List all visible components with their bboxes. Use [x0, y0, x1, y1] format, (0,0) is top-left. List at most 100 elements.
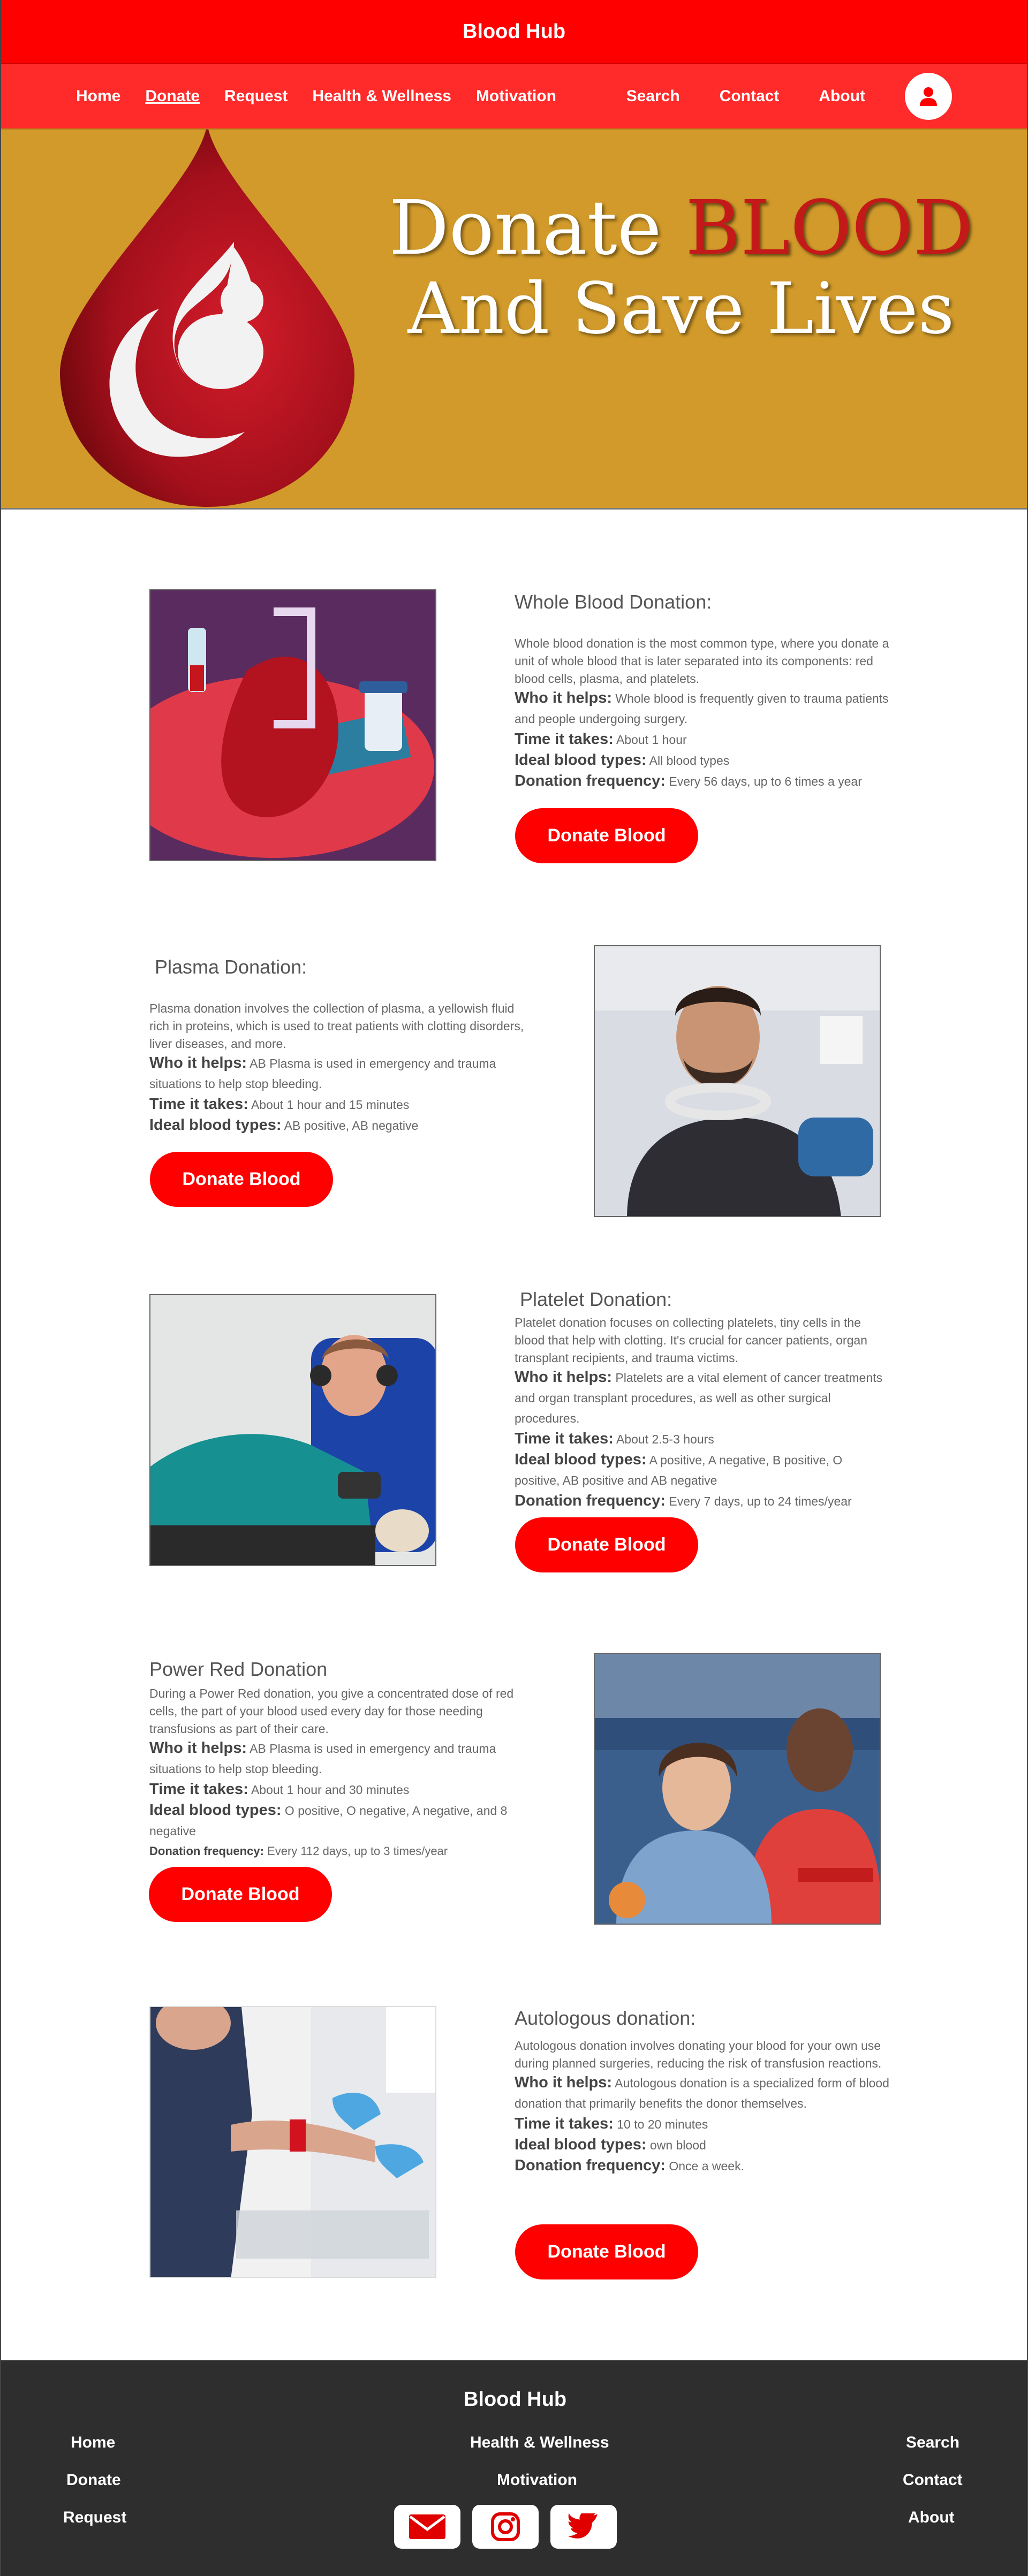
footer-link-search[interactable]: Search: [906, 2434, 959, 2452]
label-who-helps: Who it helps:: [149, 1739, 247, 1757]
value-time: About 2.5-3 hours: [616, 1432, 714, 1446]
instagram-button[interactable]: [472, 2505, 539, 2549]
twitter-icon: [568, 2513, 598, 2539]
section-title: Autologous donation:: [515, 2007, 696, 2029]
main-nav: Home Donate Request Health & Wellness Mo…: [1, 64, 1027, 128]
who-it-helps: Who it helps: Autologous donation is a s…: [515, 2072, 889, 2114]
nav-request[interactable]: Request: [224, 87, 288, 105]
who-it-helps: Who it helps: Platelets are a vital elem…: [515, 1367, 889, 1428]
donate-blood-button-plasma[interactable]: Donate Blood: [150, 1152, 333, 1207]
nav-left: Home Donate Request Health & Wellness Mo…: [76, 87, 581, 105]
footer-link-request[interactable]: Request: [63, 2509, 126, 2527]
plasma-info: Plasma Donation: Plasma donation involve…: [149, 956, 524, 1136]
donate-blood-button-power-red[interactable]: Donate Blood: [149, 1867, 332, 1922]
value-frequency: Every 7 days, up to 24 times/year: [669, 1494, 852, 1508]
donate-blood-button-whole[interactable]: Donate Blood: [515, 808, 698, 863]
hero-banner: Donate BLOOD And Save Lives: [1, 128, 1027, 510]
label-frequency: Donation frequency:: [515, 772, 666, 789]
section-title: Plasma Donation:: [155, 956, 307, 978]
hero-line-2: And Save Lives: [407, 268, 955, 350]
ideal-blood-types: Ideal blood types: O positive, O negativ…: [149, 1800, 524, 1841]
label-time: Time it takes:: [149, 1781, 248, 1798]
mail-icon: [409, 2514, 445, 2539]
footer-link-about[interactable]: About: [908, 2509, 955, 2527]
footer-link-donate[interactable]: Donate: [66, 2471, 121, 2489]
value-types: AB positive, AB negative: [284, 1119, 419, 1133]
blood-drop-logo: [59, 130, 355, 507]
nav-health-wellness[interactable]: Health & Wellness: [312, 87, 451, 105]
label-time: Time it takes:: [515, 2115, 614, 2132]
whole-blood-info: Whole Blood Donation: Whole blood donati…: [515, 591, 889, 792]
footer-link-home[interactable]: Home: [71, 2434, 115, 2452]
twitter-button[interactable]: [550, 2505, 617, 2549]
label-time: Time it takes:: [515, 1430, 614, 1447]
top-bar: Blood Hub: [1, 0, 1027, 64]
power-red-info: Power Red Donation During a Power Red do…: [149, 1658, 524, 1861]
whole-blood-image: [149, 589, 436, 861]
section-title: Power Red Donation: [149, 1658, 328, 1680]
label-time: Time it takes:: [149, 1096, 248, 1113]
donation-frequency: Donation frequency: Every 7 days, up to …: [515, 1491, 889, 1511]
donation-frequency: Donation frequency: Every 56 days, up to…: [515, 771, 889, 792]
label-frequency: Donation frequency:: [515, 1492, 666, 1509]
ideal-blood-types: Ideal blood types: All blood types: [515, 750, 889, 771]
who-it-helps: Who it helps: AB Plasma is used in emerg…: [149, 1738, 524, 1779]
time-it-takes: Time it takes: About 1 hour: [515, 729, 889, 750]
label-who-helps: Who it helps:: [149, 1054, 247, 1072]
time-it-takes: Time it takes: About 2.5-3 hours: [515, 1428, 889, 1449]
label-frequency: Donation frequency:: [149, 1844, 264, 1858]
nav-right: Search Contact About: [587, 73, 952, 120]
time-it-takes: Time it takes: 10 to 20 minutes: [515, 2114, 889, 2134]
section-title: Platelet Donation:: [520, 1288, 672, 1310]
instagram-icon: [491, 2512, 520, 2541]
value-time: About 1 hour and 15 minutes: [251, 1098, 410, 1112]
label-types: Ideal blood types:: [515, 2136, 647, 2153]
hero-headline: Donate BLOOD And Save Lives: [376, 188, 986, 349]
nav-donate[interactable]: Donate: [145, 87, 200, 105]
mail-button[interactable]: [394, 2505, 460, 2549]
user-avatar-button[interactable]: [905, 73, 952, 120]
page: Blood Hub Home Donate Request Health & W…: [0, 0, 1028, 2576]
label-time: Time it takes:: [515, 731, 614, 748]
donation-frequency: Donation frequency: Once a week.: [515, 2155, 889, 2176]
nav-home[interactable]: Home: [76, 87, 120, 105]
value-types: All blood types: [649, 754, 730, 768]
nav-about[interactable]: About: [819, 87, 865, 105]
nav-contact[interactable]: Contact: [720, 87, 780, 105]
value-time: About 1 hour and 30 minutes: [251, 1783, 410, 1797]
label-frequency: Donation frequency:: [515, 2157, 666, 2174]
nav-search[interactable]: Search: [626, 87, 680, 105]
section-description: Plasma donation involves the collection …: [149, 1001, 524, 1051]
label-who-helps: Who it helps:: [515, 689, 613, 706]
section-title: Whole Blood Donation:: [515, 591, 712, 613]
section-description: During a Power Red donation, you give a …: [149, 1686, 514, 1736]
footer-title: Blood Hub: [463, 2388, 567, 2411]
power-red-image: [594, 1653, 881, 1925]
label-types: Ideal blood types:: [149, 1802, 282, 1819]
donate-blood-button-platelet[interactable]: Donate Blood: [515, 1517, 698, 1572]
footer-link-motivation[interactable]: Motivation: [497, 2471, 577, 2489]
donate-blood-button-autologous[interactable]: Donate Blood: [515, 2224, 698, 2279]
label-who-helps: Who it helps:: [515, 1369, 613, 1386]
who-it-helps: Who it helps: Whole blood is frequently …: [515, 688, 889, 729]
hero-line-1-blood: BLOOD: [685, 185, 973, 272]
autologous-image: [149, 2006, 436, 2278]
footer: Blood Hub Home Donate Request Health & W…: [1, 2360, 1027, 2576]
value-types: own blood: [649, 2138, 706, 2152]
footer-link-health-wellness[interactable]: Health & Wellness: [470, 2434, 609, 2452]
hero-line-1-a: Donate: [389, 185, 686, 272]
nav-motivation[interactable]: Motivation: [476, 87, 556, 105]
label-types: Ideal blood types:: [149, 1116, 282, 1134]
hero-line-1: Donate BLOOD: [376, 188, 986, 269]
platelet-image: [149, 1294, 436, 1566]
section-description: Platelet donation focuses on collecting …: [515, 1316, 867, 1365]
brand-title[interactable]: Blood Hub: [463, 20, 565, 43]
label-who-helps: Who it helps:: [515, 2074, 613, 2091]
section-description: Autologous donation involves donating yo…: [515, 2039, 882, 2070]
value-frequency: Every 56 days, up to 6 times a year: [669, 774, 862, 788]
time-it-takes: Time it takes: About 1 hour and 15 minut…: [149, 1094, 524, 1115]
value-time: 10 to 20 minutes: [617, 2117, 708, 2131]
who-it-helps: Who it helps: AB Plasma is used in emerg…: [149, 1053, 524, 1094]
footer-link-contact[interactable]: Contact: [903, 2471, 963, 2489]
ideal-blood-types: Ideal blood types: AB positive, AB negat…: [149, 1115, 524, 1136]
